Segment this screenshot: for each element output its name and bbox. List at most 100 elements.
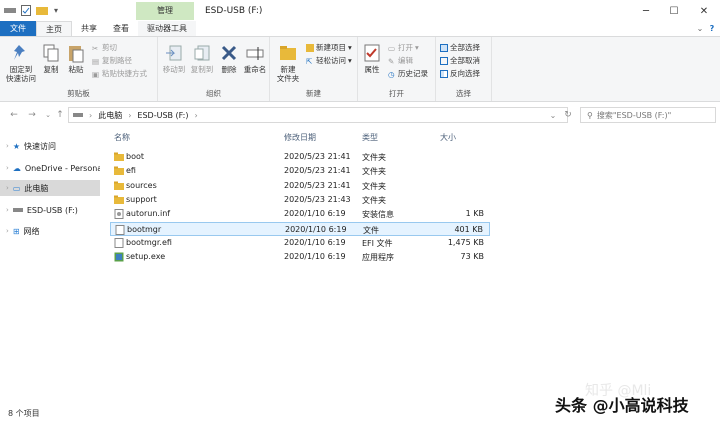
easy-access-button[interactable]: ⇱ 轻松访问 ▾ [306,55,352,66]
watermark: 头条 @小高说科技 [555,396,689,415]
help-icon[interactable]: ? [706,21,718,36]
ribbon: 固定到 快速访问 复制 粘贴 ✂ 剪切 ▤ 复制路径 ▣ 粘贴快捷方式 剪贴板 移动到… [0,36,720,102]
tab-share[interactable]: 共享 [74,21,104,36]
address-bar[interactable]: › 此电脑 › ESD-USB (F:) › [68,107,568,123]
file-row[interactable]: support 2020/5/23 21:43 文件夹 [110,193,490,207]
file-date: 2020/1/10 6:19 [284,209,346,219]
breadcrumb-this-pc[interactable]: 此电脑 [98,110,122,121]
file-row[interactable]: setup.exe 2020/1/10 6:19 应用程序 73 KB [110,250,490,264]
address-dropdown-icon[interactable]: ⌄ [548,109,558,121]
cut-label: 剪切 [102,43,117,52]
nav-quick-access[interactable]: › ★ 快速访问 [0,138,100,154]
file-row[interactable]: bootmgr 2020/1/10 6:19 文件 401 KB [110,221,490,236]
file-type: 应用程序 [362,253,394,263]
paste-icon [66,43,86,63]
expand-chevron-icon: › [6,227,9,235]
file-type: 文件夹 [362,181,386,191]
refresh-button[interactable]: ↻ [562,109,574,121]
copy-icon [41,43,61,63]
file-row[interactable]: autorun.inf 2020/1/10 6:19 安装信息 1 KB [110,207,490,221]
new-folder-icon [278,43,298,63]
paste-shortcut-button[interactable]: ▣ 粘贴快捷方式 [92,68,147,79]
rename-button[interactable]: 重命名 [242,43,268,74]
folder-icon [114,181,124,190]
file-icon [114,237,124,248]
file-row[interactable]: efi 2020/5/23 21:41 文件夹 [110,164,490,178]
group-organize: 移动到 复制到 删除 重命名 组织 [158,37,270,101]
cloud-icon: ☁ [12,163,21,173]
new-folder-quick-icon[interactable] [36,4,48,16]
properties-button[interactable]: 属性 [360,43,384,74]
usb-drive-icon [12,206,23,215]
nav-network[interactable]: › ⊞ 网络 [0,223,100,239]
history-icon: ◷ [388,69,395,79]
ribbon-collapse-icon[interactable]: ⌄ [694,21,706,36]
column-header-date[interactable]: 修改日期 [284,132,316,143]
properties-label: 属性 [364,65,380,74]
tab-file[interactable]: 文件 [0,21,36,36]
breadcrumb-drive[interactable]: ESD-USB (F:) [137,111,188,120]
tab-view[interactable]: 查看 [106,21,136,36]
breadcrumb-separator-icon: › [128,110,132,120]
search-placeholder: 搜索"ESD-USB (F:)" [596,110,672,120]
tab-drive-tools[interactable]: 驱动器工具 [138,21,196,36]
column-header-name[interactable]: 名称 [114,132,130,143]
up-button[interactable]: ↑ [54,109,66,121]
folder-icon [114,166,124,176]
search-icon: ⚲ [587,110,593,120]
recent-locations-icon[interactable]: ⌄ [42,109,54,121]
open-button[interactable]: ▭ 打开 ▾ [388,42,419,53]
move-to-button[interactable]: 移动到 [160,43,188,74]
select-all-button[interactable]: 全部选择 [440,42,480,53]
cut-button[interactable]: ✂ 剪切 [92,42,117,53]
edit-icon: ✎ [388,56,395,66]
paste-button[interactable]: 粘贴 [64,43,88,74]
nav-usb-drive[interactable]: › ESD-USB (F:) [0,202,100,218]
manage-context-tab[interactable]: 管理 [136,2,194,20]
file-row[interactable]: bootmgr.efi 2020/1/10 6:19 EFI 文件 1,475 KB [110,236,490,250]
file-date: 2020/5/23 21:41 [284,166,351,176]
select-none-button[interactable]: 全部取消 [440,55,480,66]
new-item-button[interactable]: 新建项目 ▾ [306,42,352,53]
nav-this-pc[interactable]: › ▭ 此电脑 [0,180,100,196]
select-none-icon [440,56,448,65]
edit-button[interactable]: ✎ 编辑 [388,55,413,66]
back-button[interactable]: ← [8,109,20,121]
nav-onedrive[interactable]: › ☁ OneDrive - Persona [0,160,100,176]
copy-path-button[interactable]: ▤ 复制路径 [92,55,132,66]
maximize-button[interactable]: ☐ [660,2,688,20]
copy-button[interactable]: 复制 [40,43,62,74]
new-folder-button[interactable]: 新建 文件夹 [272,43,304,83]
status-item-count: 8 个项目 [8,409,40,418]
title-bar [0,0,720,22]
minimize-button[interactable]: ─ [632,2,660,20]
tab-home[interactable]: 主页 [36,21,72,36]
forward-button[interactable]: → [26,109,38,121]
invert-selection-button[interactable]: 反向选择 [440,68,480,79]
new-item-icon [306,43,314,52]
clipboard-group-label: 剪贴板 [67,89,90,98]
properties-quick-icon[interactable] [20,4,32,16]
history-button[interactable]: ◷ 历史记录 [388,68,428,79]
delete-label: 删除 [221,65,237,74]
easy-access-label: 轻松访问 [316,56,346,65]
breadcrumb-separator-icon: › [89,110,93,120]
column-header-type[interactable]: 类型 [362,132,378,143]
file-row[interactable]: sources 2020/5/23 21:41 文件夹 [110,179,490,193]
nav-network-label: 网络 [23,226,40,236]
quick-access-dropdown-icon[interactable]: ▾ [50,4,62,16]
column-header-size[interactable]: 大小 [440,132,456,143]
file-size: 73 KB [460,252,484,262]
close-button[interactable]: ✕ [690,2,718,20]
new-group-label: 新建 [306,89,321,98]
file-row[interactable]: boot 2020/5/23 21:41 文件夹 [110,150,490,164]
delete-button[interactable]: 删除 [218,43,240,74]
copy-path-icon: ▤ [92,56,100,66]
inf-file-icon [114,209,124,220]
group-clipboard: 固定到 快速访问 复制 粘贴 ✂ 剪切 ▤ 复制路径 ▣ 粘贴快捷方式 剪贴板 [0,37,158,101]
search-input[interactable]: ⚲ 搜索"ESD-USB (F:)" [580,107,716,123]
copy-to-button[interactable]: 复制到 [188,43,216,74]
navigation-pane: › ★ 快速访问 › ☁ OneDrive - Persona › ▭ 此电脑 … [0,128,102,398]
easy-access-dropdown-icon: ▾ [348,56,352,65]
pin-quick-access-button[interactable]: 固定到 快速访问 [4,43,38,83]
